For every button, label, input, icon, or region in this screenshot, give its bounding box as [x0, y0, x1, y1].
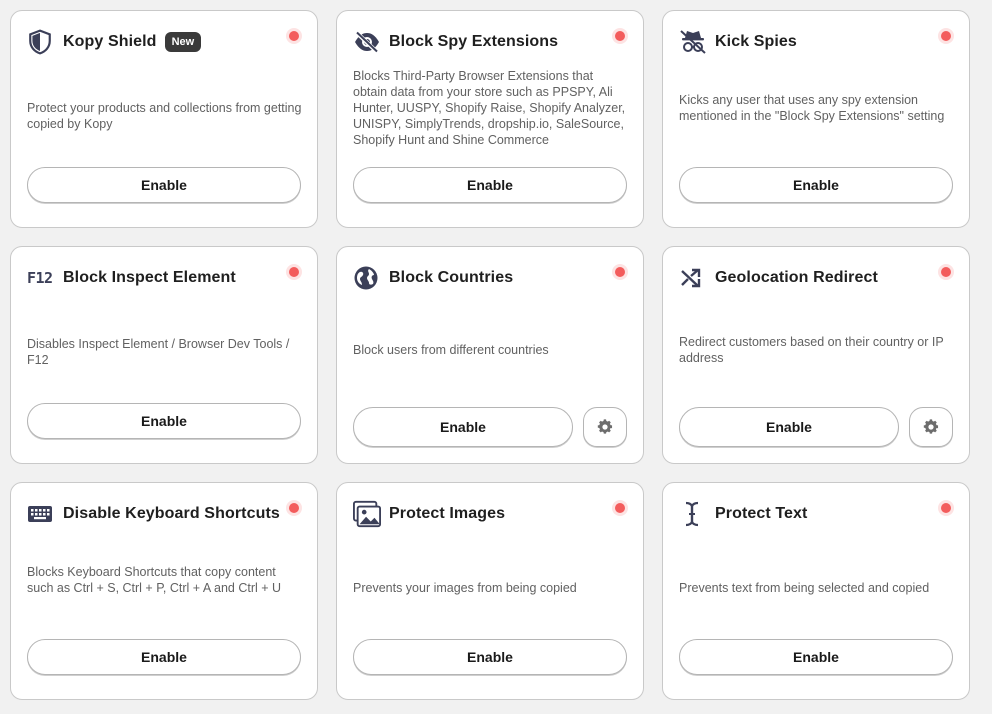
- card-title: Block Spy Extensions: [389, 33, 559, 50]
- card-description: Disables Inspect Element / Browser Dev T…: [27, 337, 290, 367]
- status-dot: [289, 503, 299, 513]
- card-block-countries: Block Countries Block users from differe…: [336, 246, 644, 464]
- card-header: Kick Spies: [679, 29, 929, 55]
- card-title: Geolocation Redirect: [715, 269, 878, 286]
- enable-button[interactable]: Enable: [27, 403, 301, 439]
- card-title: Kick Spies: [715, 33, 797, 50]
- card-title: Disable Keyboard Shortcuts: [63, 505, 280, 522]
- card-header: F12 Block Inspect Element: [27, 265, 277, 291]
- card-block-inspect-element: F12 Block Inspect Element Disables Inspe…: [10, 246, 318, 464]
- card-title: Block Countries: [389, 269, 514, 286]
- card-geolocation-redirect: Geolocation Redirect Redirect customers …: [662, 246, 970, 464]
- status-dot: [941, 503, 951, 513]
- spy-slash-icon: [679, 29, 707, 55]
- card-title: Block Inspect Element: [63, 269, 236, 286]
- enable-button[interactable]: Enable: [353, 639, 627, 675]
- card-description: Protect your products and collections fr…: [27, 101, 302, 131]
- image-icon: [353, 500, 381, 528]
- card-description: Prevents text from being selected and co…: [679, 581, 930, 595]
- enable-button[interactable]: Enable: [353, 407, 573, 447]
- enable-button[interactable]: Enable: [679, 639, 953, 675]
- status-dot: [289, 31, 299, 41]
- card-description: Blocks Third-Party Browser Extensions th…: [353, 69, 626, 147]
- status-dot: [615, 267, 625, 277]
- eye-slash-icon: [353, 29, 381, 55]
- card-description: Prevents your images from being copied: [353, 581, 577, 595]
- card-title: Protect Text: [715, 505, 808, 522]
- new-badge: New: [164, 32, 202, 52]
- status-dot: [941, 267, 951, 277]
- status-dot: [615, 31, 625, 41]
- status-dot: [615, 503, 625, 513]
- card-header: Block Spy Extensions: [353, 29, 603, 55]
- card-disable-keyboard-shortcuts: Disable Keyboard Shortcuts Blocks Keyboa…: [10, 482, 318, 700]
- f12-icon-text: F12: [27, 269, 53, 287]
- card-protect-text: Protect Text Prevents text from being se…: [662, 482, 970, 700]
- enable-button[interactable]: Enable: [353, 167, 627, 203]
- enable-button[interactable]: Enable: [27, 167, 301, 203]
- text-cursor-icon: [679, 501, 707, 527]
- card-kopy-shield: Kopy Shield New Protect your products an…: [10, 10, 318, 228]
- card-block-spy-extensions: Block Spy Extensions Blocks Third-Party …: [336, 10, 644, 228]
- enable-button[interactable]: Enable: [679, 167, 953, 203]
- card-header: Block Countries: [353, 265, 603, 291]
- card-description: Block users from different countries: [353, 343, 549, 357]
- globe-icon: [353, 265, 381, 291]
- card-header: Geolocation Redirect: [679, 265, 929, 291]
- settings-button[interactable]: [909, 407, 953, 447]
- card-kick-spies: Kick Spies Kicks any user that uses any …: [662, 10, 970, 228]
- card-title: Kopy Shield: [63, 33, 157, 50]
- card-protect-images: Protect Images Prevents your images from…: [336, 482, 644, 700]
- card-description: Kicks any user that uses any spy extensi…: [679, 93, 945, 123]
- shuffle-icon: [679, 265, 707, 291]
- status-dot: [941, 31, 951, 41]
- gear-icon: [597, 419, 613, 434]
- keyboard-icon: [27, 501, 55, 527]
- card-description: Blocks Keyboard Shortcuts that copy cont…: [27, 565, 282, 595]
- card-description: Redirect customers based on their countr…: [679, 335, 944, 365]
- card-header: Protect Text: [679, 501, 929, 527]
- card-header: Disable Keyboard Shortcuts: [27, 501, 280, 527]
- shield-icon: [27, 29, 55, 55]
- enable-button[interactable]: Enable: [679, 407, 899, 447]
- enable-button[interactable]: Enable: [27, 639, 301, 675]
- card-title: Protect Images: [389, 505, 506, 522]
- status-dot: [289, 267, 299, 277]
- gear-icon: [923, 419, 939, 434]
- card-header: Protect Images: [353, 500, 603, 528]
- settings-button[interactable]: [583, 407, 627, 447]
- card-header: Kopy Shield New: [27, 29, 277, 55]
- f12-icon: F12: [27, 265, 55, 291]
